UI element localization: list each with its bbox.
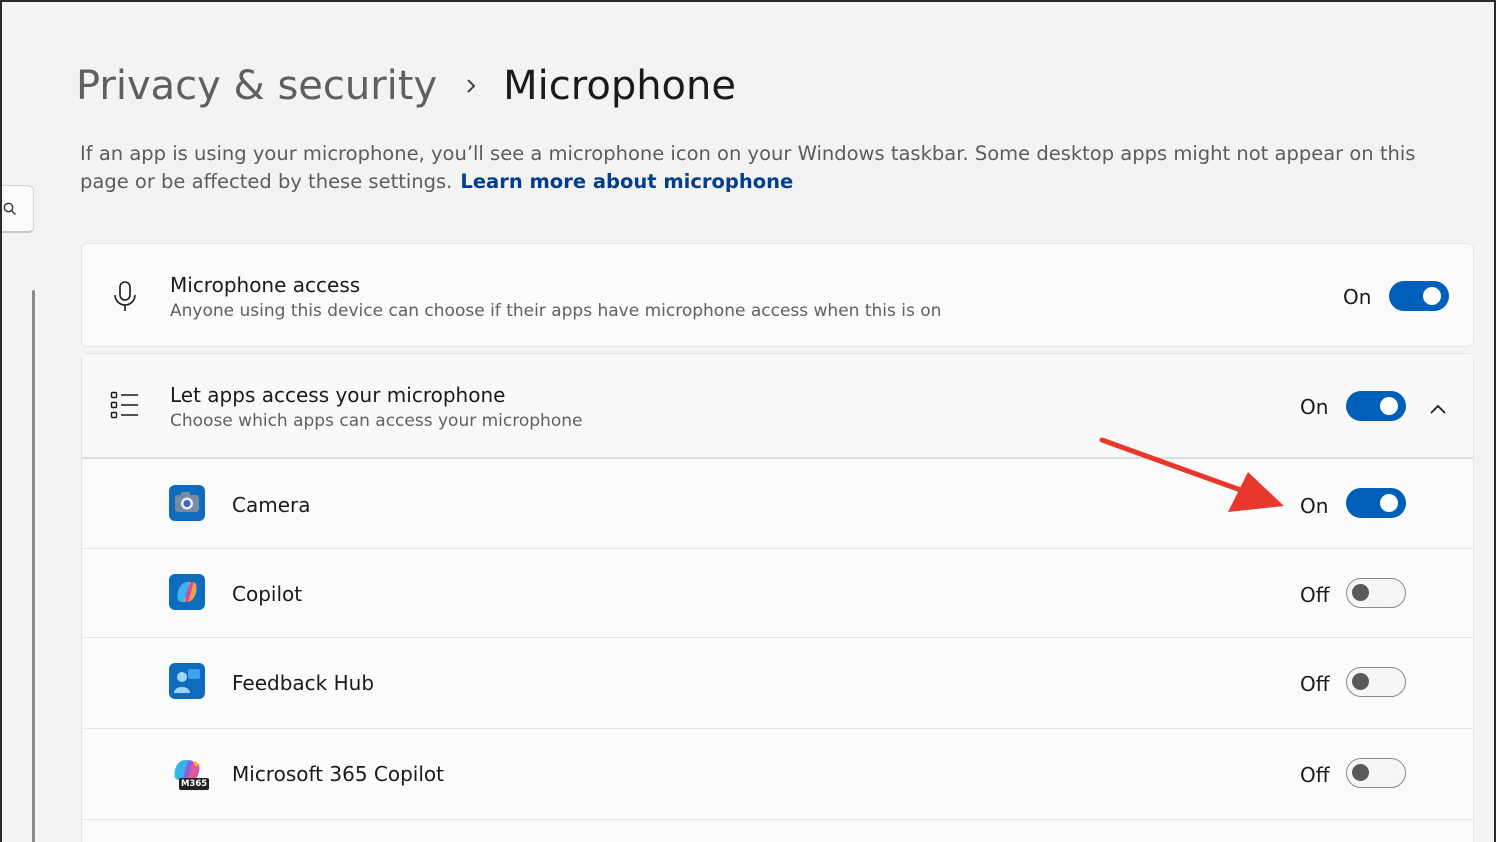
sidebar-search-box[interactable] xyxy=(2,185,34,233)
app-name: Microsoft 365 Copilot xyxy=(232,762,444,786)
app-state: Off xyxy=(1300,672,1330,696)
microphone-access-title: Microphone access xyxy=(170,273,361,297)
microphone-icon xyxy=(112,280,138,318)
page-description: If an app is using your microphone, you’… xyxy=(80,140,1470,196)
copilot-app-icon xyxy=(169,574,205,610)
camera-app-icon xyxy=(169,485,205,521)
camera-toggle[interactable] xyxy=(1346,488,1406,518)
chevron-up-icon[interactable] xyxy=(1429,400,1447,419)
microphone-access-state: On xyxy=(1343,285,1372,309)
microphone-access-toggle[interactable] xyxy=(1389,281,1449,311)
page-title: Microphone xyxy=(503,63,736,109)
app-row-m365-copilot: M365 Microsoft 365 Copilot Off xyxy=(82,729,1473,819)
app-state: On xyxy=(1300,494,1329,518)
divider xyxy=(82,819,1473,820)
m365-copilot-toggle[interactable] xyxy=(1346,758,1406,788)
microphone-access-subtitle: Anyone using this device can choose if t… xyxy=(170,301,942,321)
microphone-access-card: Microphone access Anyone using this devi… xyxy=(81,243,1474,347)
let-apps-state: On xyxy=(1300,395,1329,419)
app-state: Off xyxy=(1300,583,1330,607)
app-name: Feedback Hub xyxy=(232,671,375,695)
chevron-right-icon xyxy=(465,77,477,95)
app-state: Off xyxy=(1300,763,1330,787)
app-name: Copilot xyxy=(232,582,303,606)
let-apps-card: Let apps access your microphone Choose w… xyxy=(81,353,1474,842)
feedback-hub-toggle[interactable] xyxy=(1346,667,1406,697)
settings-window: Privacy & security Microphone If an app … xyxy=(0,0,1496,842)
m365-copilot-app-icon: M365 xyxy=(169,754,210,790)
annotation-arrow xyxy=(1098,434,1290,522)
search-icon xyxy=(3,202,16,215)
let-apps-toggle[interactable] xyxy=(1346,391,1406,421)
breadcrumb-parent[interactable]: Privacy & security xyxy=(76,63,437,109)
let-apps-title: Let apps access your microphone xyxy=(170,383,506,407)
app-row-feedback-hub: Feedback Hub Off xyxy=(82,638,1473,728)
sidebar-scrollbar[interactable] xyxy=(32,290,35,842)
copilot-toggle[interactable] xyxy=(1346,578,1406,608)
learn-more-link[interactable]: Learn more about microphone xyxy=(460,170,793,193)
list-icon xyxy=(110,391,140,423)
app-name: Camera xyxy=(232,493,311,517)
feedback-hub-app-icon xyxy=(169,663,205,699)
m365-badge: M365 xyxy=(179,778,210,790)
app-row-copilot: Copilot Off xyxy=(82,549,1473,638)
let-apps-subtitle: Choose which apps can access your microp… xyxy=(170,411,583,431)
breadcrumb: Privacy & security Microphone xyxy=(76,58,736,114)
